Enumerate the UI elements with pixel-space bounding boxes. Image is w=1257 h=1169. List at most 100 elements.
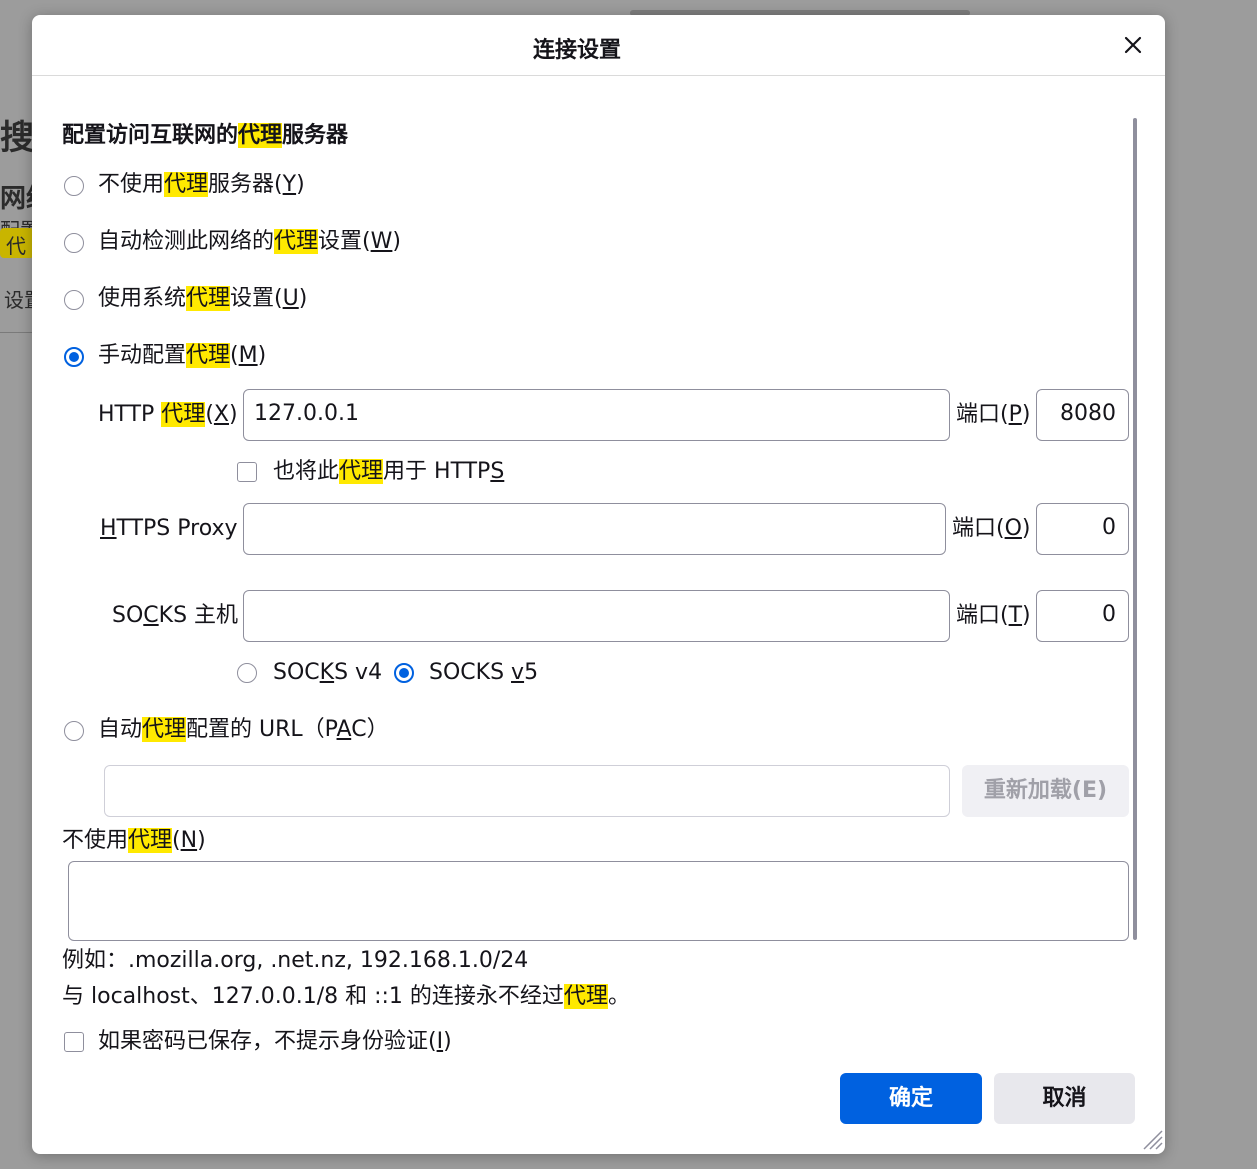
system-proxy-label[interactable]: 使用系统代理设置(U) xyxy=(98,285,307,313)
no-proxy-for-label-suffix: ( xyxy=(172,828,181,853)
auto-detect-accesskey: W xyxy=(370,229,393,254)
no-proxy-label-suffix: 服务器( xyxy=(208,172,283,197)
auto-detect-label-highlight: 代理 xyxy=(274,229,319,254)
no-proxy-radio[interactable] xyxy=(64,176,84,196)
socks-v4-radio[interactable] xyxy=(237,663,257,683)
localhost-note: 与 localhost、127.0.0.1/8 和 ::1 的连接永不经过代理。 xyxy=(62,983,630,1011)
pac-radio[interactable] xyxy=(64,721,84,741)
no-proxy-label-prefix: 不使用 xyxy=(98,172,165,197)
pac-accesskey: A xyxy=(336,717,352,742)
socks-port-accesskey: T xyxy=(1008,603,1023,628)
https-port-label-end: ) xyxy=(1021,516,1031,541)
also-https-accesskey: S xyxy=(490,459,505,484)
socks-v5-radio[interactable] xyxy=(394,663,414,683)
no-proxy-for-label-end: ) xyxy=(197,828,206,853)
close-icon xyxy=(1124,36,1142,54)
also-https-label[interactable]: 也将此代理用于 HTTPS xyxy=(273,458,504,486)
also-https-label-suffix: 用于 HTTP xyxy=(383,459,491,484)
socks-port-label-text: 端口( xyxy=(956,603,1009,628)
auto-login-label[interactable]: 如果密码已保存，不提示身份验证(I) xyxy=(98,1028,452,1056)
socks-v5-label-pre: SOCKS xyxy=(429,660,512,685)
https-proxy-accesskey: H xyxy=(100,516,117,541)
localhost-note-highlight: 代理 xyxy=(563,984,608,1009)
http-proxy-label-highlight: 代理 xyxy=(161,402,206,427)
scrollbar-thumb[interactable] xyxy=(1133,118,1137,940)
localhost-note-prefix: 与 localhost、127.0.0.1/8 和 ::1 的连接永不经过 xyxy=(62,984,564,1009)
socks-v5-label[interactable]: SOCKS v5 xyxy=(429,659,538,687)
https-proxy-label-rest: TTPS Proxy xyxy=(116,516,238,541)
system-proxy-label-prefix: 使用系统 xyxy=(98,286,187,311)
http-proxy-label-end: ) xyxy=(228,402,238,427)
socks-v5-label-rest: 5 xyxy=(524,660,539,685)
manual-proxy-label-highlight: 代理 xyxy=(186,343,231,368)
background-highlight-text: 代 xyxy=(6,234,26,258)
socks-v4-label-pre: SOC xyxy=(273,660,320,685)
system-proxy-radio[interactable] xyxy=(64,290,84,310)
socks-port-input[interactable]: 0 xyxy=(1036,590,1129,642)
system-proxy-label-suffix: 设置( xyxy=(230,286,283,311)
localhost-note-suffix: 。 xyxy=(607,984,630,1009)
manual-proxy-label[interactable]: 手动配置代理(M) xyxy=(98,342,266,370)
http-port-label: 端口(P) xyxy=(956,401,1030,429)
socks-port-label: 端口(T) xyxy=(956,602,1031,630)
auto-login-label-prefix: 如果密码已保存，不提示身份验证( xyxy=(98,1029,437,1054)
http-proxy-label: HTTP 代理(X) xyxy=(98,401,238,429)
https-proxy-input[interactable] xyxy=(243,503,946,555)
section-heading-highlight: 代理 xyxy=(238,123,283,148)
no-proxy-label[interactable]: 不使用代理服务器(Y) xyxy=(98,171,305,199)
system-proxy-accesskey: U xyxy=(282,286,299,311)
auto-detect-label-end: ) xyxy=(392,229,401,254)
no-proxy-for-label-highlight: 代理 xyxy=(128,828,173,853)
http-port-label-text: 端口( xyxy=(956,402,1009,427)
dialog-header: 连接设置 xyxy=(32,15,1165,76)
reload-button[interactable]: 重新加载(E) xyxy=(962,765,1129,817)
https-port-input[interactable]: 0 xyxy=(1036,503,1129,555)
http-port-input[interactable]: 8080 xyxy=(1036,389,1129,441)
https-port-accesskey: O xyxy=(1004,516,1022,541)
manual-proxy-label-prefix: 手动配置 xyxy=(98,343,187,368)
dialog-title: 连接设置 xyxy=(532,38,621,63)
section-heading: 配置访问互联网的代理服务器 xyxy=(62,122,348,150)
pac-label-highlight: 代理 xyxy=(142,717,187,742)
close-button[interactable] xyxy=(1118,30,1148,60)
no-proxy-for-textarea[interactable] xyxy=(68,861,1129,941)
auto-detect-radio[interactable] xyxy=(64,233,84,253)
ok-button[interactable]: 确定 xyxy=(840,1073,982,1124)
no-proxy-accesskey: Y xyxy=(282,172,297,197)
also-https-checkbox[interactable] xyxy=(237,462,257,482)
http-proxy-input[interactable]: 127.0.0.1 xyxy=(243,389,950,441)
socks-host-input[interactable] xyxy=(243,590,950,642)
system-proxy-label-end: ) xyxy=(298,286,308,311)
pac-label-suffix: 配置的 URL（P xyxy=(186,717,337,742)
https-port-label: 端口(O) xyxy=(952,515,1031,543)
socks-v4-label[interactable]: SOCKS v4 xyxy=(273,659,382,687)
pac-label-end: C） xyxy=(351,717,389,742)
background-divider xyxy=(0,332,32,333)
no-proxy-for-label-prefix: 不使用 xyxy=(62,828,129,853)
socks-host-accesskey: C xyxy=(143,603,159,628)
manual-proxy-radio[interactable] xyxy=(64,347,84,367)
auto-detect-label[interactable]: 自动检测此网络的代理设置(W) xyxy=(98,228,401,256)
http-port-accesskey: P xyxy=(1008,402,1022,427)
system-proxy-label-highlight: 代理 xyxy=(186,286,231,311)
no-proxy-label-highlight: 代理 xyxy=(164,172,209,197)
socks-host-label-rest: KS 主机 xyxy=(158,603,239,628)
pac-label-prefix: 自动 xyxy=(98,717,143,742)
pac-label[interactable]: 自动代理配置的 URL（PAC） xyxy=(98,716,389,744)
cancel-button[interactable]: 取消 xyxy=(994,1073,1135,1124)
socks-host-label: SOCKS 主机 xyxy=(112,602,238,630)
manual-proxy-label-end: ) xyxy=(257,343,267,368)
section-heading-prefix: 配置访问互联网的 xyxy=(62,123,239,148)
resize-grip-icon[interactable] xyxy=(1138,1125,1164,1151)
no-proxy-example: 例如：.mozilla.org, .net.nz, 192.168.1.0/24 xyxy=(62,948,529,973)
manual-proxy-accesskey: M xyxy=(238,343,258,368)
auto-login-checkbox[interactable] xyxy=(64,1032,84,1052)
socks-v4-accesskey: K xyxy=(319,660,335,685)
manual-proxy-label-suffix: ( xyxy=(230,343,239,368)
http-port-label-end: ) xyxy=(1021,402,1031,427)
no-proxy-label-end: ) xyxy=(296,172,305,197)
http-proxy-label-prefix: HTTP xyxy=(98,402,162,427)
socks-host-label-pre: SO xyxy=(112,603,144,628)
pac-url-input[interactable] xyxy=(104,765,950,817)
http-proxy-label-suffix: ( xyxy=(205,402,214,427)
